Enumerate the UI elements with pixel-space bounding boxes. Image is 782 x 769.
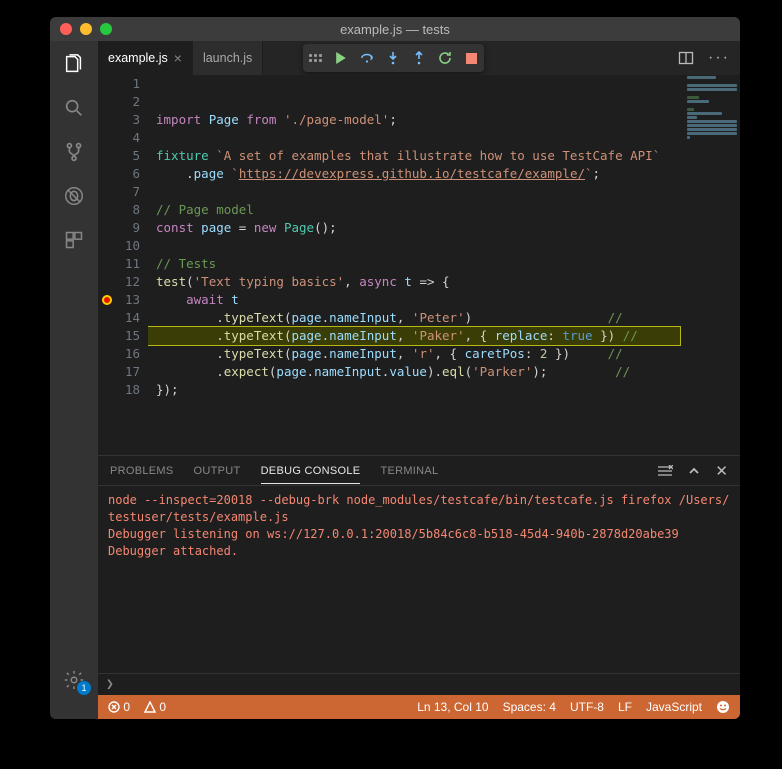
vscode-window: example.js — tests 1 bbox=[50, 17, 740, 719]
search-icon[interactable] bbox=[61, 95, 87, 121]
eol[interactable]: LF bbox=[618, 700, 632, 714]
cursor-position[interactable]: Ln 13, Col 10 bbox=[417, 700, 488, 714]
code-line[interactable]: .expect(page.nameInput.value).eql('Parke… bbox=[148, 363, 680, 381]
panel-tab-debug-console[interactable]: DEBUG CONSOLE bbox=[261, 465, 361, 484]
step-over-icon[interactable] bbox=[360, 51, 374, 65]
settings-icon[interactable]: 1 bbox=[61, 667, 87, 693]
errors-count[interactable]: 0 bbox=[108, 700, 130, 714]
clear-console-icon[interactable] bbox=[657, 465, 673, 477]
code-line[interactable]: await t bbox=[148, 291, 680, 309]
stop-icon[interactable] bbox=[464, 51, 478, 65]
split-editor-icon[interactable] bbox=[678, 50, 694, 66]
feedback-icon[interactable] bbox=[716, 700, 730, 714]
code-line[interactable]: import Page from './page-model'; bbox=[148, 111, 680, 129]
explorer-icon[interactable] bbox=[61, 51, 87, 77]
tab-example-js[interactable]: example.js × bbox=[98, 41, 193, 75]
activity-bar: 1 bbox=[50, 41, 98, 719]
panel-tab-problems[interactable]: PROBLEMS bbox=[110, 465, 174, 477]
minimap[interactable] bbox=[684, 75, 740, 455]
language-mode[interactable]: JavaScript bbox=[646, 700, 702, 714]
code-line[interactable]: // Tests bbox=[148, 255, 680, 273]
code-line[interactable]: fixture `A set of examples that illustra… bbox=[148, 147, 680, 165]
code-line[interactable]: .typeText(page.nameInput, 'Peter') // bbox=[148, 309, 680, 327]
tab-label: example.js bbox=[108, 51, 168, 65]
panel-tab-output[interactable]: OUTPUT bbox=[194, 465, 241, 477]
step-out-icon[interactable] bbox=[412, 51, 426, 65]
code-line[interactable]: .typeText(page.nameInput, 'Paker', { rep… bbox=[148, 327, 680, 345]
debug-console-output[interactable]: node --inspect=20018 --debug-brk node_mo… bbox=[98, 486, 740, 673]
chevron-up-icon[interactable] bbox=[687, 464, 701, 478]
debug-toolbar[interactable] bbox=[303, 44, 484, 72]
settings-badge: 1 bbox=[77, 681, 91, 695]
debug-icon[interactable] bbox=[61, 183, 87, 209]
panel-tabs: PROBLEMS OUTPUT DEBUG CONSOLE TERMINAL ✕ bbox=[98, 456, 740, 486]
tab-launch-js[interactable]: launch.js bbox=[193, 41, 263, 75]
restart-icon[interactable] bbox=[438, 51, 452, 65]
code-area[interactable]: import Page from './page-model'; fixture … bbox=[148, 75, 740, 455]
tab-bar: example.js × launch.js ··· bbox=[98, 41, 740, 75]
code-line[interactable]: test('Text typing basics', async t => { bbox=[148, 273, 680, 291]
status-bar: 0 0 Ln 13, Col 10 Spaces: 4 UTF-8 LF Jav… bbox=[98, 695, 740, 719]
code-line[interactable] bbox=[148, 129, 680, 147]
repl-input[interactable]: ❯ bbox=[98, 673, 740, 695]
code-line[interactable]: const page = new Page(); bbox=[148, 219, 680, 237]
warnings-count[interactable]: 0 bbox=[144, 700, 166, 714]
source-control-icon[interactable] bbox=[61, 139, 87, 165]
code-line[interactable]: // Page model bbox=[148, 201, 680, 219]
code-line[interactable]: }); bbox=[148, 381, 680, 399]
editor[interactable]: 123456789101112131415161718 import Page … bbox=[98, 75, 740, 455]
code-line[interactable] bbox=[148, 399, 680, 417]
code-line[interactable]: .page `https://devexpress.github.io/test… bbox=[148, 165, 680, 183]
close-panel-icon[interactable]: ✕ bbox=[715, 462, 728, 480]
code-line[interactable]: .typeText(page.nameInput, 'r', { caretPo… bbox=[148, 345, 680, 363]
titlebar: example.js — tests bbox=[50, 17, 740, 41]
code-line[interactable] bbox=[148, 417, 680, 435]
step-into-icon[interactable] bbox=[386, 51, 400, 65]
bottom-panel: PROBLEMS OUTPUT DEBUG CONSOLE TERMINAL ✕ no… bbox=[98, 455, 740, 695]
drag-handle-icon[interactable] bbox=[309, 54, 322, 62]
breakpoint-icon[interactable] bbox=[102, 295, 112, 305]
indentation[interactable]: Spaces: 4 bbox=[503, 700, 556, 714]
encoding[interactable]: UTF-8 bbox=[570, 700, 604, 714]
continue-icon[interactable] bbox=[334, 51, 348, 65]
window-title: example.js — tests bbox=[50, 22, 740, 37]
close-tab-icon[interactable]: × bbox=[174, 50, 182, 66]
code-line[interactable] bbox=[148, 183, 680, 201]
line-gutter[interactable]: 123456789101112131415161718 bbox=[116, 75, 148, 455]
code-line[interactable] bbox=[148, 237, 680, 255]
tab-label: launch.js bbox=[203, 51, 252, 65]
more-icon[interactable]: ··· bbox=[708, 49, 730, 67]
extensions-icon[interactable] bbox=[61, 227, 87, 253]
panel-tab-terminal[interactable]: TERMINAL bbox=[380, 465, 438, 477]
